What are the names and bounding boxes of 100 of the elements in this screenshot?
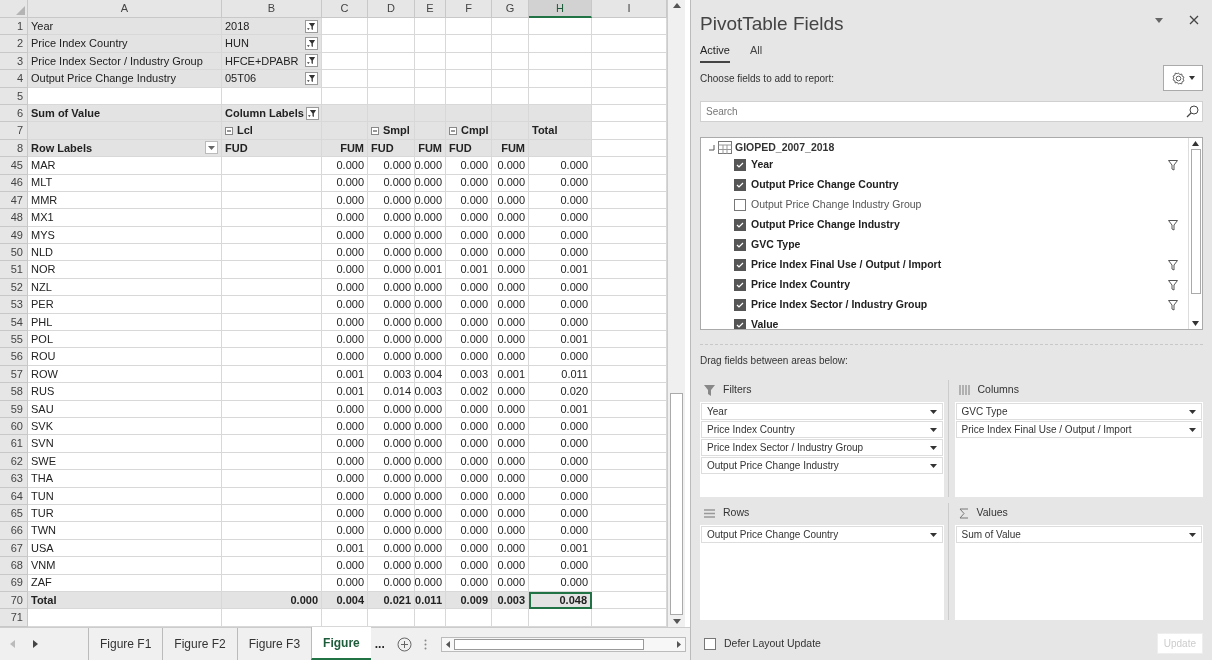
table-cell[interactable]: 0.000 [446, 487, 492, 505]
empty-cell[interactable] [222, 365, 322, 384]
table-cell[interactable]: 0.000 [529, 557, 592, 575]
field-checkbox[interactable] [734, 279, 746, 291]
table-cell[interactable]: 0.011 [529, 365, 592, 384]
caret-icon[interactable] [1189, 427, 1196, 432]
table-cell[interactable]: 0.000 [529, 348, 592, 366]
table-cell[interactable]: 0.000 [529, 226, 592, 245]
table-cell[interactable]: 0.000 [446, 244, 492, 262]
empty-cell[interactable] [222, 487, 322, 505]
empty-cell[interactable] [368, 70, 415, 88]
empty-cell[interactable] [415, 87, 446, 105]
table-cell[interactable]: 0.000 [368, 331, 415, 349]
table-cell[interactable]: 0.000 [492, 400, 529, 418]
empty-cell[interactable] [368, 52, 415, 71]
table-cell[interactable]: 0.001 [529, 261, 592, 279]
field-checkbox[interactable] [734, 219, 746, 231]
table-cell[interactable]: 0.000 [446, 470, 492, 488]
table-cell[interactable]: 0.000 [368, 574, 415, 592]
column-header[interactable]: D [368, 0, 415, 18]
empty-cell[interactable] [492, 35, 529, 53]
more-sheets-button[interactable]: ... [370, 628, 389, 660]
empty-cell[interactable] [368, 87, 415, 105]
table-cell[interactable]: 0.001 [322, 539, 368, 558]
table-cell[interactable]: Cmpl [446, 122, 492, 140]
table-cell[interactable]: POL [28, 331, 222, 349]
table-cell[interactable]: 0.000 [368, 470, 415, 488]
table-cell[interactable]: 0.000 [415, 244, 446, 262]
table-cell[interactable]: ROW [28, 365, 222, 384]
table-cell[interactable]: NZL [28, 278, 222, 297]
dropdown-button[interactable] [205, 141, 218, 155]
table-cell[interactable]: 0.000 [446, 557, 492, 575]
drop-area[interactable]: Sum of Value [954, 525, 1203, 620]
empty-cell[interactable] [222, 157, 322, 175]
empty-cell[interactable] [222, 539, 322, 558]
search-field[interactable]: Search [700, 101, 1203, 122]
table-cell[interactable]: 0.000 [322, 504, 368, 523]
table-cell[interactable]: 0.000 [415, 470, 446, 488]
defer-update-checkbox[interactable] [704, 637, 716, 650]
empty-cell[interactable] [222, 313, 322, 332]
empty-cell[interactable] [492, 52, 529, 71]
field-checkbox[interactable] [734, 239, 746, 251]
column-header[interactable]: C [322, 0, 368, 18]
column-header[interactable]: H [529, 0, 592, 18]
table-cell[interactable]: 0.000 [322, 574, 368, 592]
vertical-scrollbar[interactable] [667, 0, 685, 627]
row-number[interactable]: 58 [0, 383, 28, 401]
table-cell[interactable]: 0.000 [492, 209, 529, 227]
empty-cell[interactable] [222, 331, 322, 349]
table-cell[interactable]: ROU [28, 348, 222, 366]
table-cell[interactable]: SVK [28, 418, 222, 436]
table-cell[interactable]: 0.000 [446, 331, 492, 349]
empty-cell[interactable] [222, 87, 322, 105]
table-cell[interactable]: 0.000 [492, 435, 529, 453]
table-cell[interactable]: 0.000 [529, 313, 592, 332]
table-cell[interactable]: 0.000 [322, 296, 368, 314]
table-cell[interactable]: 0.000 [415, 348, 446, 366]
table-cell[interactable]: 0.000 [368, 487, 415, 505]
table-cell[interactable]: 0.000 [415, 209, 446, 227]
table-cell[interactable]: 0.000 [415, 418, 446, 436]
table-cell[interactable]: 0.000 [322, 435, 368, 453]
empty-cell[interactable] [529, 87, 592, 105]
table-cell[interactable]: 0.000 [492, 174, 529, 192]
table-cell[interactable]: 0.000 [446, 522, 492, 540]
table-cell[interactable]: 0.000 [368, 435, 415, 453]
next-sheet-icon[interactable] [33, 640, 38, 648]
empty-cell[interactable] [222, 400, 322, 418]
table-cell[interactable]: 0.001 [415, 261, 446, 279]
table-cell[interactable]: 0.000 [529, 487, 592, 505]
table-cell[interactable]: Output Price Change Industry [28, 70, 222, 88]
table-cell[interactable]: 0.000 [446, 313, 492, 332]
empty-cell[interactable] [222, 435, 322, 453]
table-cell[interactable]: TWN [28, 522, 222, 540]
table-cell[interactable]: 0.000 [492, 157, 529, 175]
table-cell[interactable]: 0.000 [368, 296, 415, 314]
filter-dropdown-button[interactable] [305, 106, 319, 120]
table-cell[interactable]: ZAF [28, 574, 222, 592]
table-cell[interactable]: 0.000 [322, 174, 368, 192]
table-cell[interactable]: 0.000 [368, 348, 415, 366]
row-number[interactable]: 51 [0, 261, 28, 279]
table-cell[interactable]: 0.001 [322, 383, 368, 401]
column-header[interactable]: E [415, 0, 446, 18]
table-cell[interactable]: 0.000 [368, 278, 415, 297]
tree-collapse-icon[interactable] [709, 144, 715, 151]
column-header[interactable]: F [446, 0, 492, 18]
table-cell[interactable]: 0.000 [322, 487, 368, 505]
scroll-thumb[interactable] [453, 638, 644, 650]
table-cell[interactable]: 0.000 [529, 209, 592, 227]
field-label[interactable]: Price Index Country [751, 277, 851, 293]
column-header[interactable]: A [28, 0, 222, 18]
table-cell[interactable]: 0.003 [446, 365, 492, 384]
field-checkbox[interactable] [734, 259, 746, 271]
row-number[interactable]: 50 [0, 244, 28, 262]
table-cell[interactable]: 0.000 [529, 470, 592, 488]
table-cell[interactable]: PER [28, 296, 222, 314]
table-cell[interactable]: 0.000 [492, 191, 529, 210]
field-list-scrollbar[interactable] [1188, 138, 1202, 329]
table-cell[interactable]: 0.000 [415, 400, 446, 418]
table-cell[interactable]: NOR [28, 261, 222, 279]
table-cell[interactable]: 0.000 [415, 574, 446, 592]
